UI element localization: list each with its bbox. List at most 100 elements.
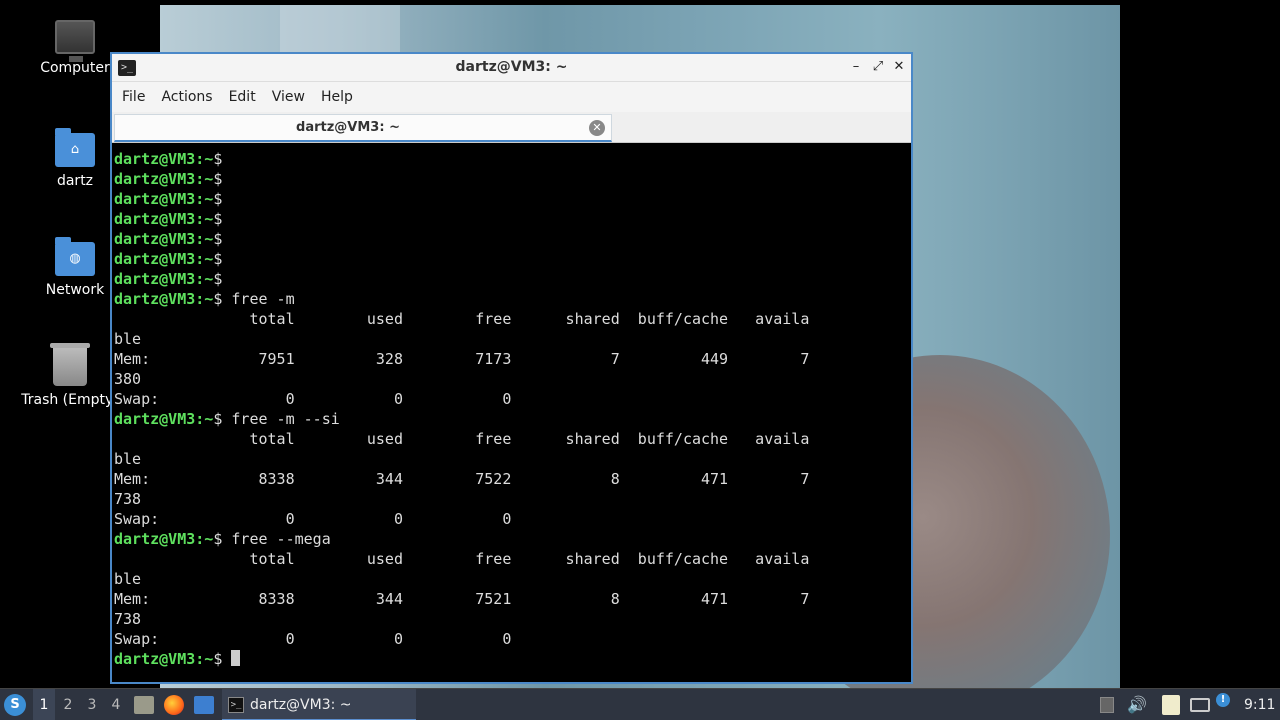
menu-file[interactable]: File — [122, 89, 145, 105]
prompt-path: :~ — [195, 210, 214, 228]
prompt-path: :~ — [195, 170, 214, 188]
menu-bar: File Actions Edit View Help — [112, 82, 911, 112]
prompt-path: :~ — [195, 290, 214, 308]
terminal-prompt-line: dartz@VM3:~$ — [114, 169, 909, 189]
prompt-user: dartz@VM3 — [114, 290, 196, 308]
terminal-output-line: Mem: 8338 344 7521 8 471 7 — [114, 590, 810, 608]
command-text: free -m — [222, 290, 295, 308]
clock[interactable]: 9:11 — [1244, 689, 1278, 720]
terminal-output-line: Swap: 0 0 0 — [114, 510, 512, 528]
terminal-output-line: Mem: 7951 328 7173 7 449 7 — [114, 350, 810, 368]
prompt-user: dartz@VM3 — [114, 270, 196, 288]
tray-expand[interactable] — [1100, 689, 1116, 720]
terminal-output-line: Swap: 0 0 0 — [114, 630, 512, 648]
terminal-prompt-line: dartz@VM3:~$ free -m — [114, 289, 909, 309]
terminal-output[interactable]: dartz@VM3:~$ dartz@VM3:~$ dartz@VM3:~$ dart… — [112, 145, 911, 682]
start-menu-button[interactable]: S — [4, 689, 28, 720]
window-title: dartz@VM3: ~ — [455, 59, 568, 75]
prompt-symbol: $ — [213, 250, 223, 268]
prompt-user: dartz@VM3 — [114, 650, 196, 668]
task-label: dartz@VM3: ~ — [250, 697, 352, 713]
prompt-user: dartz@VM3 — [114, 530, 196, 548]
terminal-output-line: ble — [114, 450, 142, 468]
prompt-path: :~ — [195, 650, 214, 668]
prompt-symbol: $ — [213, 210, 223, 228]
desktop-icon-label: Trash (Empty) — [21, 392, 119, 408]
prompt-symbol: $ — [213, 270, 223, 288]
terminal-output-line: total used free shared buff/cache availa — [114, 430, 810, 448]
file-manager-icon — [134, 696, 154, 714]
terminal-icon: >_ — [228, 697, 244, 713]
show-desktop-launcher[interactable] — [194, 689, 216, 720]
terminal-prompt-line: dartz@VM3:~$ — [114, 269, 909, 289]
firefox-launcher[interactable] — [164, 689, 186, 720]
menu-help[interactable]: Help — [321, 89, 353, 105]
prompt-symbol: $ — [213, 150, 223, 168]
prompt-symbol: $ — [213, 190, 223, 208]
terminal-output-line: ble — [114, 330, 142, 348]
volume-icon: 🔊 — [1127, 695, 1147, 714]
prompt-user: dartz@VM3 — [114, 410, 196, 428]
command-text: free --mega — [222, 530, 331, 548]
firefox-icon — [164, 695, 184, 715]
network-folder-icon: ◍ — [55, 237, 95, 276]
terminal-output-line: Mem: 8338 344 7522 8 471 7 — [114, 470, 810, 488]
prompt-symbol: $ — [213, 230, 223, 248]
prompt-user: dartz@VM3 — [114, 210, 196, 228]
workspace-4[interactable]: 4 — [105, 689, 127, 720]
terminal-output-line: 738 — [114, 610, 142, 628]
tab-bar: dartz@VM3: ~ ✕ — [112, 112, 911, 143]
tray-arrow-icon — [1100, 697, 1114, 713]
network-button[interactable] — [1190, 689, 1212, 720]
terminal-prompt-line: dartz@VM3:~$ — [114, 249, 909, 269]
clipboard-button[interactable] — [1162, 689, 1184, 720]
workspace-3[interactable]: 3 — [81, 689, 103, 720]
prompt-user: dartz@VM3 — [114, 170, 196, 188]
prompt-path: :~ — [195, 250, 214, 268]
terminal-output-line: total used free shared buff/cache availa — [114, 310, 810, 328]
window-titlebar[interactable]: >_ dartz@VM3: ~ – ⤢ ✕ — [112, 54, 911, 82]
workspace-2[interactable]: 2 — [57, 689, 79, 720]
volume-button[interactable]: 🔊 — [1127, 689, 1147, 720]
terminal-output-line: 380 — [114, 370, 142, 388]
desktop-icon — [194, 696, 214, 714]
terminal-prompt-line: dartz@VM3:~$ — [114, 229, 909, 249]
terminal-prompt-line: dartz@VM3:~$ — [114, 649, 909, 669]
menu-edit[interactable]: Edit — [229, 89, 256, 105]
prompt-symbol: $ — [213, 170, 223, 188]
workspace-1[interactable]: 1 — [33, 689, 55, 720]
terminal-tab[interactable]: dartz@VM3: ~ ✕ — [114, 114, 612, 142]
text-cursor — [231, 650, 241, 666]
terminal-prompt-line: dartz@VM3:~$ — [114, 149, 909, 169]
command-text: free -m --si — [222, 410, 340, 428]
terminal-output-line: Swap: 0 0 0 — [114, 390, 512, 408]
lubuntu-logo-icon: S — [4, 694, 26, 716]
desktop-icon-trash[interactable]: Trash (Empty) — [15, 343, 125, 408]
prompt-user: dartz@VM3 — [114, 150, 196, 168]
maximize-button[interactable]: ⤢ — [869, 58, 887, 76]
clipboard-icon — [1162, 695, 1180, 715]
prompt-path: :~ — [195, 190, 214, 208]
menu-view[interactable]: View — [272, 89, 305, 105]
network-icon — [1190, 698, 1210, 712]
task-terminal[interactable]: >_ dartz@VM3: ~ — [222, 689, 416, 720]
close-button[interactable]: ✕ — [890, 58, 908, 76]
minimize-button[interactable]: – — [847, 58, 865, 76]
info-icon: ! — [1216, 693, 1230, 707]
terminal-window[interactable]: >_ dartz@VM3: ~ – ⤢ ✕ File Actions Edit … — [110, 52, 913, 684]
terminal-prompt-line: dartz@VM3:~$ free -m --si — [114, 409, 909, 429]
update-notifier[interactable]: ! — [1216, 689, 1232, 720]
terminal-output-line: total used free shared buff/cache availa — [114, 550, 810, 568]
tab-close-icon[interactable]: ✕ — [589, 120, 605, 136]
prompt-user: dartz@VM3 — [114, 250, 196, 268]
file-manager-launcher[interactable] — [134, 689, 154, 720]
computer-icon — [55, 20, 95, 62]
prompt-user: dartz@VM3 — [114, 230, 196, 248]
terminal-prompt-line: dartz@VM3:~$ free --mega — [114, 529, 909, 549]
home-folder-icon: ⌂ — [55, 128, 95, 167]
trash-icon — [50, 343, 90, 386]
prompt-path: :~ — [195, 530, 214, 548]
prompt-path: :~ — [195, 410, 214, 428]
menu-actions[interactable]: Actions — [161, 89, 212, 105]
prompt-user: dartz@VM3 — [114, 190, 196, 208]
